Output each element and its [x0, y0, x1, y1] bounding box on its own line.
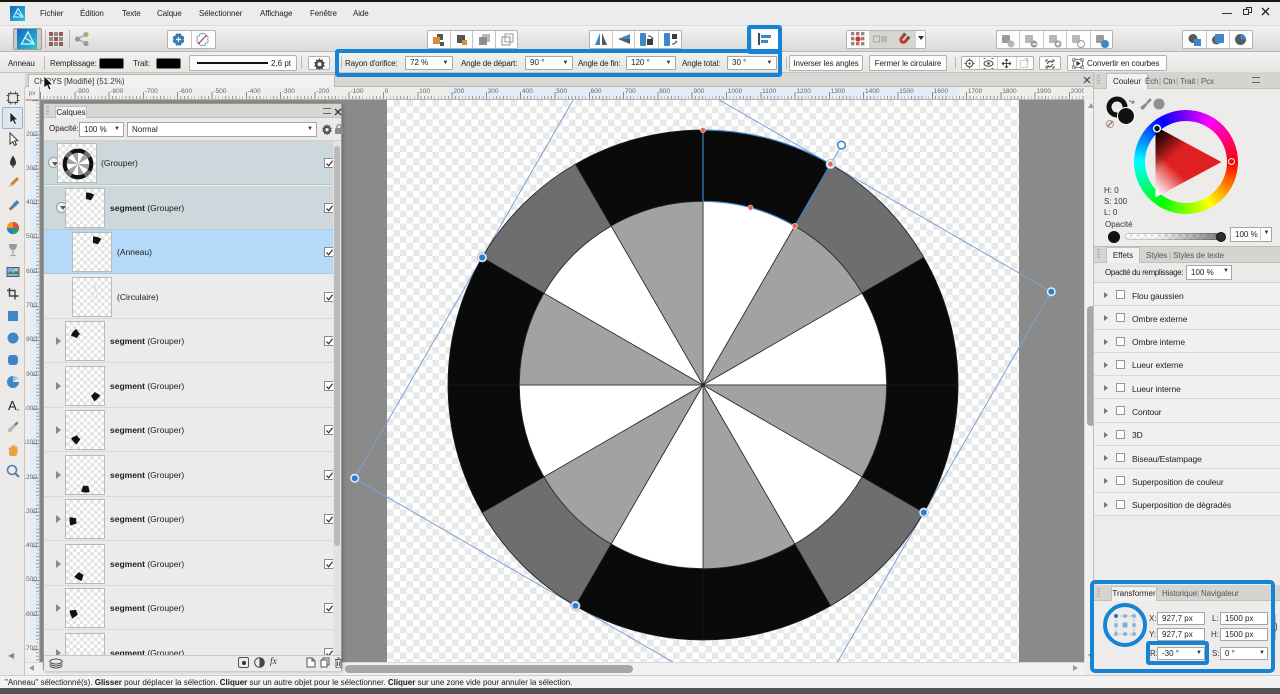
- svg-text:A: A: [8, 398, 17, 412]
